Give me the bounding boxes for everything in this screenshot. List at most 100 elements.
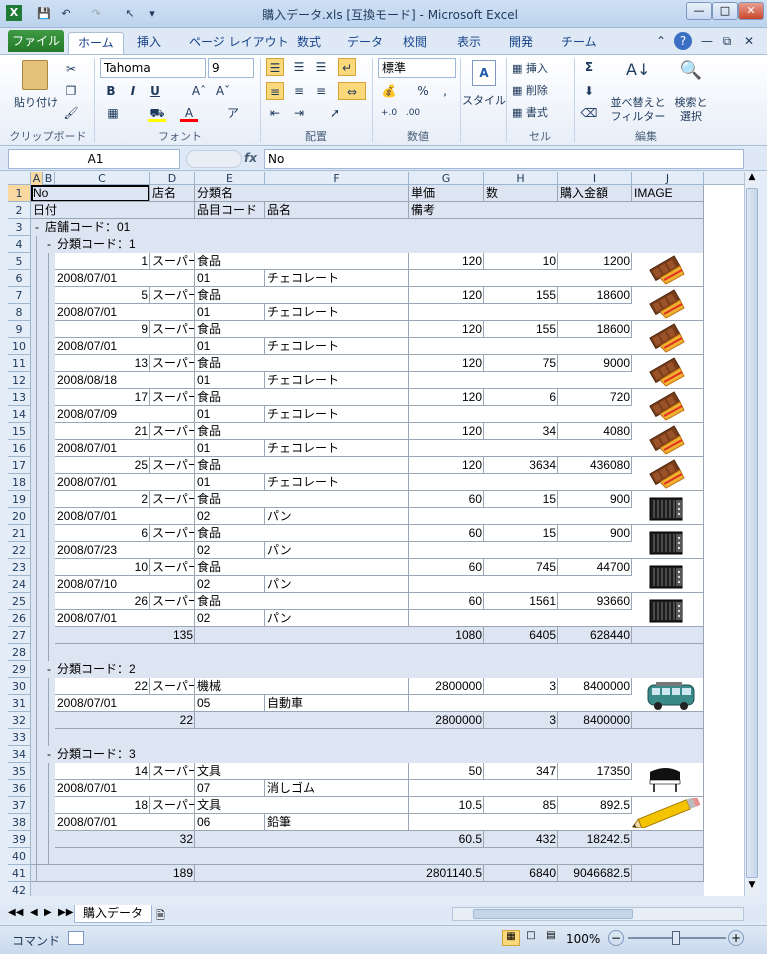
record-item[interactable]: パン: [265, 576, 409, 593]
record-code[interactable]: 06: [195, 814, 265, 831]
row-header-34[interactable]: 34: [8, 746, 31, 763]
record-amount[interactable]: 18600: [558, 287, 632, 304]
tab-review[interactable]: 校閲: [394, 32, 436, 54]
record-item[interactable]: 鉛筆: [265, 814, 409, 831]
row-header-22[interactable]: 22: [8, 542, 31, 559]
doc-minimize-icon[interactable]: —: [698, 32, 716, 50]
record-category[interactable]: 機械: [195, 678, 409, 695]
record-category[interactable]: 食品: [195, 457, 409, 474]
macro-record-icon[interactable]: [68, 931, 84, 945]
record-category[interactable]: 文具: [195, 797, 409, 814]
sheet-nav-last-icon[interactable]: ▶▶: [58, 907, 73, 918]
fill-icon[interactable]: ⬇: [580, 82, 598, 100]
record-price[interactable]: 60: [409, 491, 484, 508]
row-header-40[interactable]: 40: [8, 848, 31, 865]
accordion-image[interactable]: [646, 492, 686, 524]
record-category[interactable]: 食品: [195, 389, 409, 406]
font-color-icon[interactable]: A: [180, 104, 198, 122]
record-code[interactable]: 01: [195, 440, 265, 457]
copy-icon[interactable]: ❐: [62, 82, 80, 100]
record-store[interactable]: スーパー: [150, 763, 195, 780]
subtotal-price[interactable]: 60.5: [409, 831, 484, 848]
record-amount[interactable]: 900: [558, 491, 632, 508]
record-code[interactable]: 01: [195, 406, 265, 423]
record-store[interactable]: スーパー: [150, 321, 195, 338]
record-price[interactable]: 120: [409, 457, 484, 474]
row-header-9[interactable]: 9: [8, 321, 31, 338]
cursor-icon[interactable]: ↖: [122, 6, 138, 22]
subtotal-amount[interactable]: 628440: [558, 627, 632, 644]
chocolate-image[interactable]: [646, 390, 686, 422]
record-date[interactable]: 2008/07/01: [55, 780, 195, 797]
record-code[interactable]: 01: [195, 270, 265, 287]
align-right-icon[interactable]: ≡: [312, 82, 330, 100]
subtotal-qty[interactable]: 432: [484, 831, 558, 848]
record-date[interactable]: 2008/07/10: [55, 576, 195, 593]
row-header-32[interactable]: 32: [8, 712, 31, 729]
record-qty[interactable]: 85: [484, 797, 558, 814]
help-icon[interactable]: ?: [674, 32, 692, 50]
find-select-button[interactable]: 🔍 検索と 選択: [668, 58, 714, 123]
chocolate-image[interactable]: [646, 254, 686, 286]
total-amount[interactable]: 9046682.5: [558, 865, 632, 882]
row-header-16[interactable]: 16: [8, 440, 31, 457]
row-header-7[interactable]: 7: [8, 287, 31, 304]
header-item[interactable]: 品名: [265, 202, 409, 219]
header-price[interactable]: 単価: [409, 185, 484, 202]
record-item[interactable]: 消しゴム: [265, 780, 409, 797]
fx-button[interactable]: fx: [244, 151, 257, 165]
record-price[interactable]: 120: [409, 321, 484, 338]
header-image[interactable]: IMAGE: [632, 185, 704, 202]
sheet-nav-prev-icon[interactable]: ◀: [30, 907, 38, 918]
percent-button[interactable]: %: [414, 82, 432, 100]
column-header-D[interactable]: D: [150, 172, 195, 185]
record-code[interactable]: 02: [195, 508, 265, 525]
currency-icon[interactable]: 💰: [380, 82, 398, 100]
record-price[interactable]: 60: [409, 559, 484, 576]
row-header-1[interactable]: 1: [8, 185, 31, 202]
sheet-nav-first-icon[interactable]: ◀◀: [8, 907, 23, 918]
doc-restore-icon[interactable]: ⧉: [718, 32, 736, 50]
fill-color-icon[interactable]: ⛟: [148, 104, 166, 122]
record-item[interactable]: チェコレート: [265, 338, 409, 355]
record-store[interactable]: スーパー: [150, 797, 195, 814]
decrease-font-icon[interactable]: Aˇ: [214, 82, 232, 100]
record-item[interactable]: チェコレート: [265, 304, 409, 321]
record-amount[interactable]: 892.5: [558, 797, 632, 814]
row-header-27[interactable]: 27: [8, 627, 31, 644]
row-header-33[interactable]: 33: [8, 729, 31, 746]
close-button[interactable]: ✕: [738, 2, 764, 20]
record-qty[interactable]: 10: [484, 253, 558, 270]
column-header-A[interactable]: A: [31, 172, 43, 185]
row-header-5[interactable]: 5: [8, 253, 31, 270]
total-qty[interactable]: 6840: [484, 865, 558, 882]
record-no[interactable]: 17: [55, 389, 150, 406]
row-header-30[interactable]: 30: [8, 678, 31, 695]
row-header-20[interactable]: 20: [8, 508, 31, 525]
record-date[interactable]: 2008/07/23: [55, 542, 195, 559]
record-store[interactable]: スーパー: [150, 457, 195, 474]
column-header-E[interactable]: E: [195, 172, 265, 185]
record-price[interactable]: 120: [409, 355, 484, 372]
chocolate-image[interactable]: [646, 356, 686, 388]
record-amount[interactable]: 900: [558, 525, 632, 542]
record-no[interactable]: 18: [55, 797, 150, 814]
sheet-tab-purchase[interactable]: 購入データ: [74, 905, 153, 923]
record-code[interactable]: 01: [195, 372, 265, 389]
record-category[interactable]: 食品: [195, 355, 409, 372]
record-store[interactable]: スーパー: [150, 355, 195, 372]
tab-file[interactable]: ファイル: [8, 30, 64, 52]
record-no[interactable]: 13: [55, 355, 150, 372]
column-header-C[interactable]: C: [55, 172, 150, 185]
row-header-31[interactable]: 31: [8, 695, 31, 712]
row-header-41[interactable]: 41: [8, 865, 31, 882]
record-qty[interactable]: 3: [484, 678, 558, 695]
record-date[interactable]: 2008/07/01: [55, 270, 195, 287]
normal-view-icon[interactable]: ▦: [502, 930, 520, 946]
record-date[interactable]: 2008/07/09: [55, 406, 195, 423]
zoom-out-icon[interactable]: −: [608, 930, 624, 946]
record-date[interactable]: 2008/07/01: [55, 440, 195, 457]
record-date[interactable]: 2008/07/01: [55, 508, 195, 525]
record-amount[interactable]: 17350: [558, 763, 632, 780]
merge-center-icon[interactable]: ⇔: [338, 82, 366, 100]
